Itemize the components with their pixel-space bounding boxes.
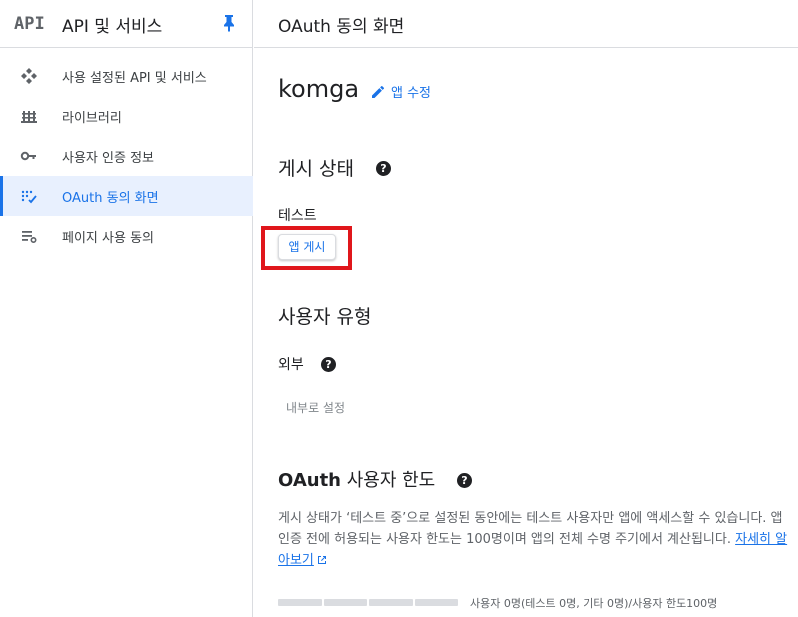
user-limit-title: OAuth 사용자 한도 (278, 466, 435, 492)
settings-list-icon (22, 231, 37, 244)
external-link-icon (317, 556, 326, 564)
user-type-title: 사용자 유형 (278, 306, 372, 328)
user-limit-description-text: 게시 상태가 ‘테스트 중’으로 설정된 동안에는 테스트 사용자만 앱에 액세… (278, 511, 783, 547)
user-limit-title-bold: OAuth (278, 470, 341, 491)
user-limit-title-rest: 사용자 한도 (340, 470, 436, 491)
progress-segment (414, 599, 458, 606)
key-icon (20, 151, 36, 161)
user-limit-progress-bar (278, 599, 458, 606)
app-name: komga (278, 75, 360, 103)
progress-segment (323, 599, 367, 606)
sidebar-item-label: 사용 설정된 API 및 서비스 (62, 71, 207, 86)
sidebar-item-credentials[interactable]: 사용자 인증 정보 (0, 136, 253, 176)
library-icon (21, 111, 37, 123)
user-limit-progress-label: 사용자 0명(테스트 0명, 기타 0명)/사용자 한도100명 (470, 597, 718, 610)
progress-segment (278, 599, 322, 606)
sidebar-item-label: 사용자 인증 정보 (62, 151, 154, 166)
help-icon[interactable]: ? (321, 357, 336, 372)
edit-app-button[interactable]: 앱 수정 (370, 82, 431, 101)
user-limit-description: 게시 상태가 ‘테스트 중’으로 설정된 동안에는 테스트 사용자만 앱에 액세… (278, 508, 790, 571)
progress-segment (369, 599, 413, 606)
page-header: OAuth 동의 화면 (254, 0, 798, 48)
page-title: OAuth 동의 화면 (278, 17, 405, 37)
sidebar-item-oauth-consent[interactable]: OAuth 동의 화면 (0, 176, 253, 216)
publish-app-button[interactable]: 앱 게시 (278, 234, 336, 260)
sidebar-item-label: 페이지 사용 동의 (62, 231, 154, 246)
sidebar-item-label: 라이브러리 (62, 111, 122, 126)
sidebar-header: API API 및 서비스 (0, 0, 252, 48)
sidebar-item-enabled-apis[interactable]: 사용 설정된 API 및 서비스 (0, 56, 253, 96)
pencil-icon (372, 85, 385, 98)
sidebar-item-label: OAuth 동의 화면 (62, 191, 159, 206)
sidebar-title: API 및 서비스 (62, 17, 163, 37)
sidebar-item-page-usage-agreement[interactable]: 페이지 사용 동의 (0, 216, 253, 256)
api-logo: API (14, 14, 45, 34)
help-icon[interactable]: ? (457, 473, 472, 488)
api-diamond-icon (21, 68, 37, 84)
publishing-status-value: 테스트 (278, 208, 317, 224)
publishing-status-title: 게시 상태 (278, 158, 354, 180)
sidebar-nav: 사용 설정된 API 및 서비스 라이브러리 사용자 인증 정보 OAuth 동… (0, 56, 253, 256)
sidebar-item-library[interactable]: 라이브러리 (0, 96, 253, 136)
edit-app-label: 앱 수정 (391, 86, 432, 101)
oauth-consent-icon (21, 190, 37, 204)
help-icon[interactable]: ? (376, 161, 391, 176)
user-type-value: 외부 (278, 357, 304, 373)
set-internal-button[interactable]: 내부로 설정 (286, 399, 345, 416)
sidebar: API API 및 서비스 사용 설정된 API 및 서비스 라이브러리 사용자… (0, 0, 253, 617)
pin-icon[interactable] (220, 13, 238, 33)
